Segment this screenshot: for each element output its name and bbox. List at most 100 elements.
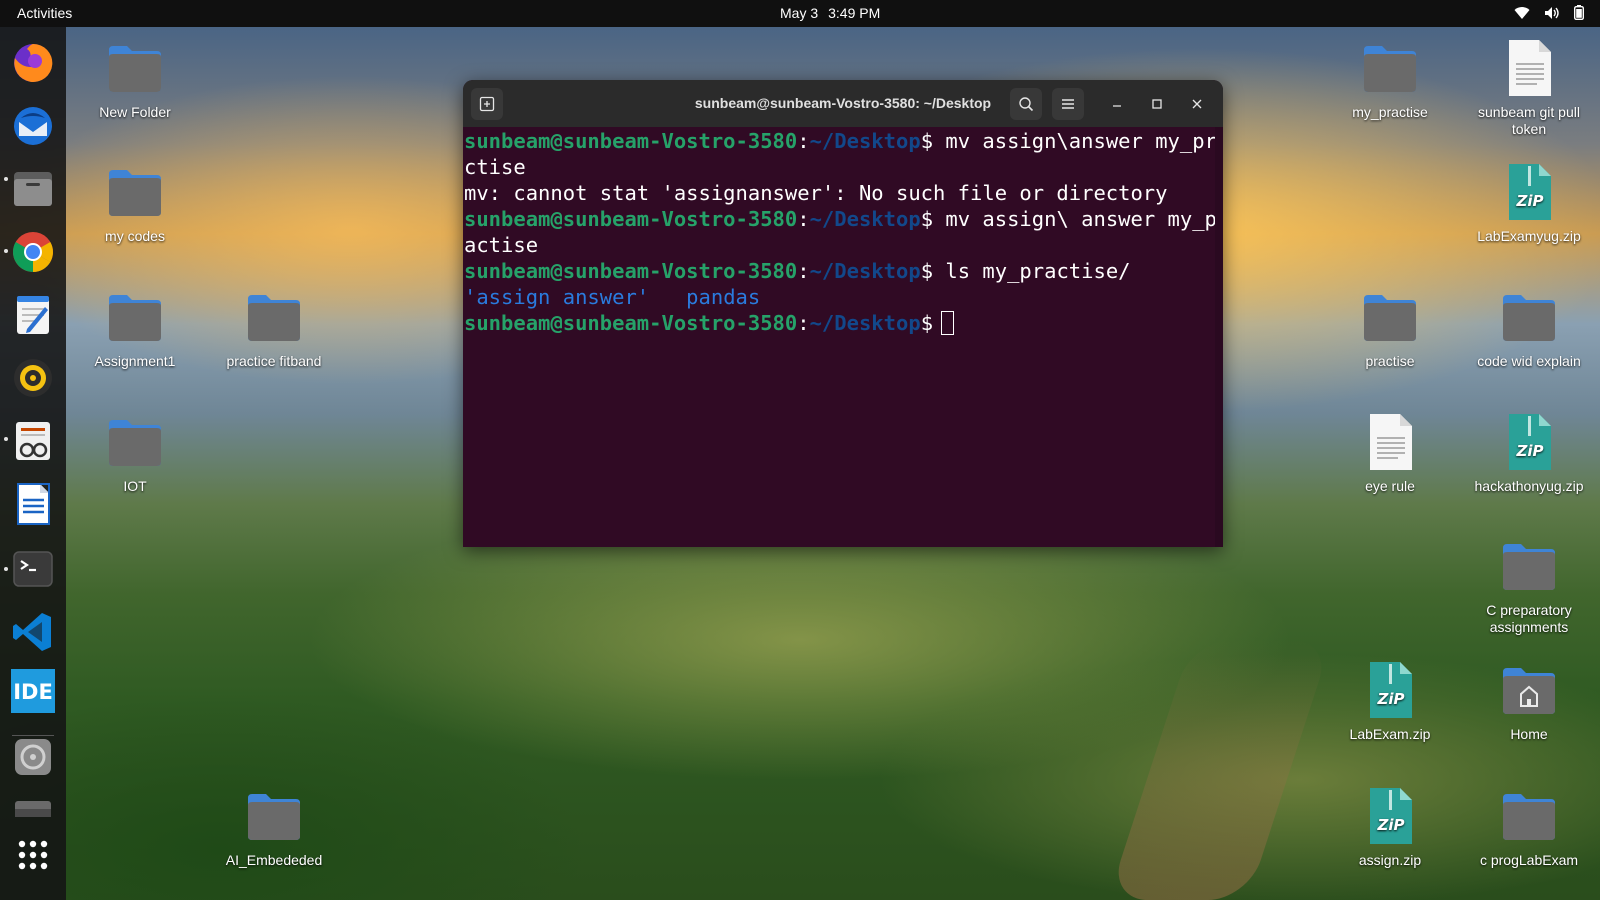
wifi-icon — [1514, 6, 1530, 19]
top-bar: Activities May 3 3:49 PM — [0, 0, 1600, 27]
desktop-icon-practice-fitband[interactable]: practice fitband — [209, 287, 339, 370]
disks-icon[interactable] — [11, 735, 55, 779]
folder-icon — [244, 287, 304, 347]
desktop-icon-practise[interactable]: practise — [1325, 287, 1455, 370]
text-editor-icon[interactable] — [11, 293, 55, 337]
menu-button[interactable] — [1052, 88, 1084, 120]
desktop-icon-assign-zip[interactable]: ZiP assign.zip — [1325, 786, 1455, 869]
desktop-icon-label: practise — [1365, 353, 1415, 369]
terminal-line-4: sunbeam@sunbeam-Vostro-3580:~/Desktop$ m… — [464, 206, 1223, 232]
search-icon — [1019, 97, 1034, 112]
firefox-icon[interactable] — [11, 41, 55, 85]
prompt-path: ~/Desktop — [809, 311, 921, 335]
zip-file-icon: ZiP — [1360, 786, 1420, 846]
dock: IDE — [0, 27, 66, 900]
folder-icon — [105, 287, 165, 347]
folder-icon — [244, 786, 304, 846]
desktop-icon-c-preparatory-assignments[interactable]: C preparatory assignments — [1464, 536, 1594, 636]
prompt-dollar: $ — [920, 259, 934, 283]
desktop-icon-label: c progLabExam — [1479, 852, 1579, 868]
thunderbird-icon[interactable] — [11, 104, 55, 148]
desktop-icon-label: hackathonyug.zip — [1474, 478, 1584, 494]
command-text: mv assign\ answer my_pr — [933, 207, 1223, 231]
viewer-running-dot — [4, 437, 8, 441]
rhythmbox-icon[interactable] — [11, 356, 55, 400]
vscode-icon[interactable] — [11, 610, 55, 654]
files-icon[interactable] — [11, 167, 55, 211]
minimize-icon — [1113, 105, 1121, 107]
desktop-icon-code-wid-explain[interactable]: code wid explain — [1464, 287, 1594, 370]
search-button[interactable] — [1010, 88, 1042, 120]
desktop-icon-label: LabExam.zip — [1349, 726, 1431, 742]
prompt-user: sunbeam@sunbeam-Vostro-3580 — [464, 207, 798, 231]
close-icon — [1192, 99, 1202, 109]
home-folder-icon — [1499, 660, 1559, 720]
desktop-icon-label: code wid explain — [1477, 353, 1581, 369]
desktop-icon-label: Home — [1510, 726, 1548, 742]
date-label: May 3 — [780, 5, 819, 21]
prompt-colon: : — [797, 207, 810, 231]
zip-file-icon: ZiP — [1499, 162, 1559, 222]
system-tray[interactable] — [1514, 5, 1584, 20]
text-file-icon — [1499, 38, 1559, 98]
desktop-icon-ai-embededed[interactable]: AI_Embededed — [209, 786, 339, 869]
prompt-dollar: $ — [920, 311, 934, 335]
desktop-icon-label: New Folder — [99, 104, 171, 120]
svg-text:ZiP: ZiP — [1376, 690, 1404, 708]
folder-icon — [1499, 536, 1559, 596]
desktop-icon-label: Assignment1 — [94, 353, 176, 369]
desktop-icon-iot[interactable]: IOT — [70, 412, 200, 495]
desktop-icon-c-proglabexam[interactable]: c progLabExam — [1464, 786, 1594, 869]
close-button[interactable] — [1181, 88, 1213, 120]
terminal-icon[interactable] — [11, 547, 55, 591]
desktop-icon-sunbeam-git-pull-token[interactable]: sunbeam git pull token — [1464, 38, 1594, 138]
terminal-line-6: sunbeam@sunbeam-Vostro-3580:~/Desktop$ l… — [464, 258, 1223, 284]
activities-button[interactable]: Activities — [17, 5, 72, 21]
prompt-user: sunbeam@sunbeam-Vostro-3580 — [464, 259, 798, 283]
desktop-icon-labexam-zip[interactable]: ZiP LabExam.zip — [1325, 660, 1455, 743]
prompt-colon: : — [797, 259, 810, 283]
prompt-user: sunbeam@sunbeam-Vostro-3580 — [464, 129, 798, 153]
desktop-icon-labexamyug-zip[interactable]: ZiP LabExamyug.zip — [1464, 162, 1594, 245]
desktop-icon-eye-rule[interactable]: eye rule — [1325, 412, 1455, 495]
prompt-dollar: $ — [920, 207, 934, 231]
prompt-user: sunbeam@sunbeam-Vostro-3580 — [464, 311, 798, 335]
terminal-running-dot — [4, 567, 8, 571]
terminal-window[interactable]: sunbeam@sunbeam-Vostro-3580: ~/Desktop s… — [463, 80, 1223, 547]
desktop-icon-label: IOT — [123, 478, 147, 494]
terminal-output[interactable]: sunbeam@sunbeam-Vostro-3580:~/Desktop$ m… — [463, 128, 1223, 547]
maximize-icon — [1152, 99, 1162, 109]
terminal-header[interactable]: sunbeam@sunbeam-Vostro-3580: ~/Desktop — [463, 80, 1223, 127]
ls-entry: pandas — [686, 285, 761, 309]
desktop-icon-new-folder[interactable]: New Folder — [70, 38, 200, 121]
command-text: ls my_practise/ — [933, 259, 1131, 283]
desktop-icon-label: sunbeam git pull token — [1478, 104, 1580, 137]
desktop-icon-my-practise[interactable]: my_practise — [1325, 38, 1455, 121]
folder-icon — [105, 412, 165, 472]
volume-icon — [1545, 6, 1559, 19]
chrome-running-dot — [4, 249, 8, 253]
maximize-button[interactable] — [1141, 88, 1173, 120]
terminal-line-2: ctise — [464, 155, 526, 179]
desktop-icon-hackathonyug-zip[interactable]: ZiP hackathonyug.zip — [1464, 412, 1594, 495]
desktop-icon-home[interactable]: Home — [1464, 660, 1594, 743]
ide-icon[interactable]: IDE — [11, 669, 55, 713]
folder-icon — [105, 162, 165, 222]
terminal-line-1: sunbeam@sunbeam-Vostro-3580:~/Desktop$ m… — [464, 128, 1223, 154]
terminal-cursor — [941, 311, 955, 335]
desktop-icon-assignment1[interactable]: Assignment1 — [70, 287, 200, 370]
libreoffice-writer-icon[interactable] — [11, 482, 55, 526]
prompt-colon: : — [797, 129, 810, 153]
folder-icon — [1499, 786, 1559, 846]
minimize-button[interactable] — [1101, 88, 1133, 120]
hamburger-menu-icon — [1062, 99, 1074, 109]
terminal-line-3: mv: cannot stat 'assignanswer': No such … — [464, 181, 1168, 205]
desktop-icon-my-codes[interactable]: my codes — [70, 162, 200, 245]
text-file-icon — [1360, 412, 1420, 472]
terminal-scrollbar[interactable] — [1215, 127, 1223, 547]
show-apps-icon[interactable] — [11, 833, 55, 877]
clock[interactable]: May 3 3:49 PM — [780, 5, 890, 21]
chrome-icon[interactable] — [11, 230, 55, 274]
prompt-path: ~/Desktop — [809, 259, 921, 283]
document-viewer-icon[interactable] — [11, 419, 55, 463]
